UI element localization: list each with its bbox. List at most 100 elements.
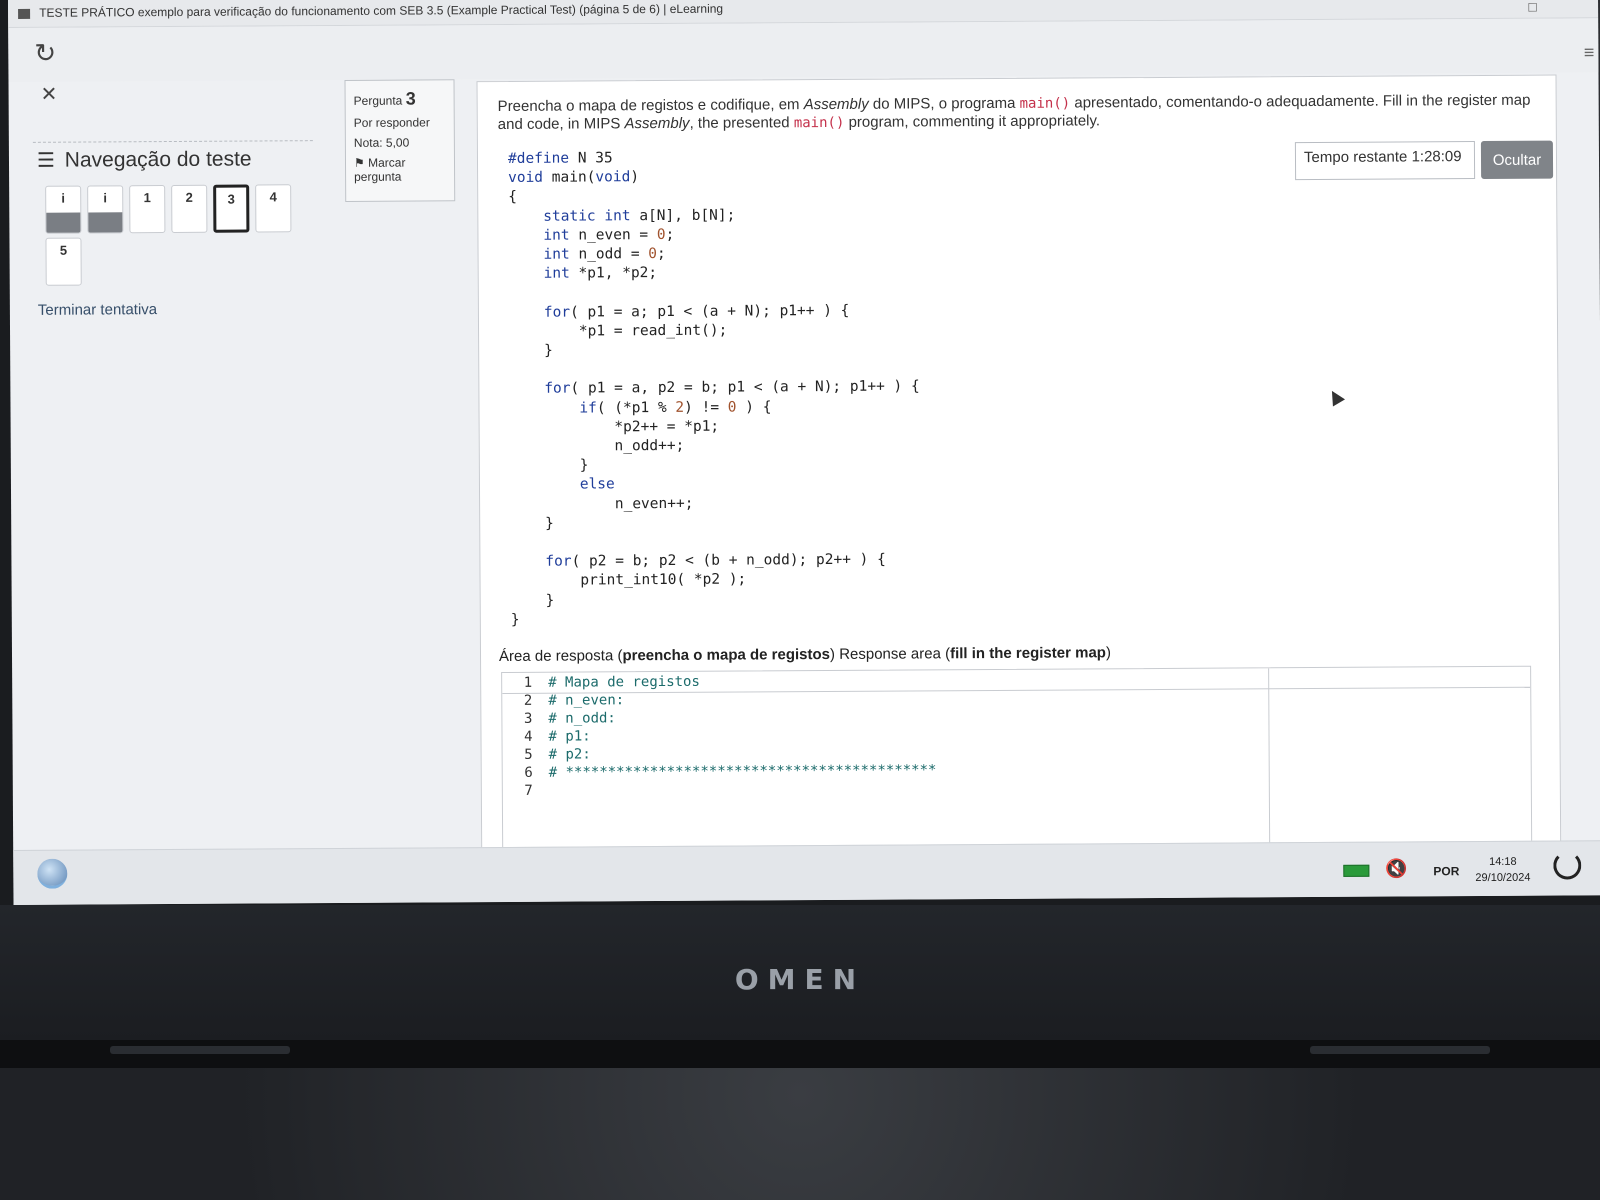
finish-attempt-link[interactable]: Terminar tentativa <box>38 301 157 319</box>
language-indicator[interactable]: POR <box>1433 864 1459 878</box>
laptop-bezel: OMEN <box>0 905 1600 1040</box>
quiz-nav-button-label: 4 <box>269 189 277 205</box>
editor-line[interactable]: 3 # n_odd: <box>502 710 616 729</box>
hinge-vent <box>110 1046 290 1054</box>
line-number: 5 <box>524 746 533 763</box>
code-line: int *p1, *p2; <box>543 265 658 282</box>
power-icon[interactable] <box>1553 851 1582 880</box>
line-text: # **************************************… <box>548 762 937 781</box>
hinge-vent <box>1310 1046 1490 1054</box>
line-number: 3 <box>523 710 533 727</box>
reload-icon[interactable]: ↻ <box>34 38 56 69</box>
question-label: Pergunta <box>353 93 403 108</box>
question-number: Pergunta 3 <box>354 88 446 110</box>
question-content: Preencha o mapa de registos e codifique,… <box>476 74 1562 882</box>
code-line: if( (*p1 % 2) != 0 ) { <box>579 398 772 417</box>
line-number: 7 <box>524 782 533 799</box>
code-line: int n_odd = 0; <box>543 246 666 263</box>
code-line: #define N 35 <box>507 150 613 167</box>
editor-line[interactable]: 2 # n_even: <box>502 692 624 711</box>
answer-label-part: ) <box>1105 644 1111 662</box>
quiz-nav-button-1[interactable]: 1 <box>129 185 166 234</box>
code-line: } <box>510 592 555 609</box>
line-text: # p2: <box>548 746 591 763</box>
taskbar: 🔇 POR 14:18 29/10/2024 <box>13 840 1600 905</box>
quiz-nav-button-label: i <box>61 190 66 206</box>
code-line: static int a[N], b[N]; <box>543 207 736 225</box>
line-number: 1 <box>523 674 533 691</box>
code-line: n_odd++; <box>509 437 685 455</box>
answer-label-bold: preencha o mapa de registos <box>622 645 831 665</box>
code-line: *p2++ = *p1; <box>509 418 720 436</box>
line-number: 6 <box>524 764 533 781</box>
code-line: } <box>510 611 520 628</box>
restore-window-icon[interactable]: ◻ <box>1527 0 1538 20</box>
question-text-part: , the presented <box>689 114 794 132</box>
drawer-toggle-icon[interactable]: ≡ <box>1584 42 1595 63</box>
line-number: 2 <box>523 692 533 709</box>
line-text: # n_even: <box>548 692 625 709</box>
quiz-nav-button-4[interactable]: 4 <box>255 184 292 233</box>
hide-timer-button[interactable]: Ocultar <box>1480 140 1554 180</box>
question-text-part: do MIPS, o programa <box>868 94 1020 113</box>
question-text-italic: Assembly <box>624 114 690 133</box>
editor-line[interactable]: 4 # p1: <box>502 728 591 747</box>
question-info-panel: Pergunta 3 Por responder Nota: 5,00 ⚑ Ma… <box>344 79 456 202</box>
line-number: 4 <box>524 728 533 745</box>
clock-date: 29/10/2024 <box>1475 871 1531 885</box>
answer-code-editor[interactable]: 1 # Mapa de registos 2 # n_even: 3 # n_odd:… <box>501 665 1533 862</box>
code-line: for( p2 = b; p2 < (b + n_odd); p2++ ) { <box>545 551 886 570</box>
line-text: # n_odd: <box>548 710 616 727</box>
editor-line[interactable]: 7 <box>503 783 549 801</box>
quiz-nav-button-info-1[interactable]: i <box>45 185 82 234</box>
answer-label-bold: fill in the register map <box>950 644 1106 663</box>
menu-icon: ☰ <box>36 149 55 172</box>
answer-label-part: Área de resposta ( <box>498 647 623 666</box>
code-line: for( p1 = a, p2 = b; p1 < (a + N); p1++ … <box>544 378 920 398</box>
editor-line[interactable]: 1 # Mapa de registos <box>502 674 700 693</box>
question-text: Preencha o mapa de registos e codifique,… <box>498 92 1538 134</box>
keyboard-deck <box>0 1068 1600 1200</box>
taskbar-clock[interactable]: 14:18 29/10/2024 <box>1475 854 1530 886</box>
code-line: n_even++; <box>510 495 694 513</box>
inline-code: main() <box>793 114 845 132</box>
question-number-value: 3 <box>405 88 416 109</box>
flag-question-button[interactable]: ⚑ Marcar pergunta <box>354 155 446 184</box>
quiz-nav-button-label: i <box>103 190 108 206</box>
flag-icon: ⚑ <box>353 155 365 170</box>
editor-line[interactable]: 6 # *************************************… <box>503 762 937 783</box>
volume-muted-icon[interactable]: 🔇 <box>1385 858 1408 879</box>
close-nav-icon[interactable]: ✕ <box>41 82 58 107</box>
question-text-italic: Assembly <box>803 95 869 114</box>
code-line: print_int10( *p2 ); <box>510 571 747 590</box>
code-line: *p1 = read_int(); <box>508 322 728 340</box>
code-line: { <box>508 189 517 206</box>
time-remaining-box: Tempo restante 1:28:09 <box>1294 141 1476 181</box>
code-line: void main(void) <box>508 169 640 187</box>
code-line: for( p1 = a; p1 < (a + N); p1++ ) { <box>543 302 850 321</box>
code-line: int n_even = 0; <box>543 226 675 244</box>
inline-code: main() <box>1019 95 1071 112</box>
c-code-listing: #define N 35 void main(void) { static int … <box>508 147 921 630</box>
quiz-nav-button-2[interactable]: 2 <box>171 184 208 234</box>
answered-indicator <box>46 212 81 233</box>
quiz-nav-button-info-2[interactable]: i <box>87 185 124 234</box>
question-text-part: program, commenting it appropriately. <box>844 112 1101 131</box>
quiz-nav-button-5[interactable]: 5 <box>45 237 82 286</box>
question-status: Por responder <box>353 115 430 130</box>
answered-indicator <box>88 212 123 233</box>
battery-icon[interactable] <box>1343 864 1370 877</box>
nav-divider <box>32 140 313 143</box>
start-button-icon[interactable] <box>37 858 68 889</box>
laptop-screen: TESTE PRÁTICO exemplo para verificação d… <box>8 0 1600 905</box>
answer-label-part: ) Response area ( <box>829 645 951 663</box>
quiz-nav-button-3-current[interactable]: 3 <box>213 184 250 233</box>
app-icon <box>18 8 31 19</box>
editor-column-divider <box>1268 668 1271 857</box>
answer-area-label: Área de resposta (preencha o mapa de reg… <box>499 644 1111 665</box>
code-line: } <box>509 342 553 359</box>
editor-line[interactable]: 5 # p2: <box>503 746 591 765</box>
clock-time: 14:18 <box>1489 855 1517 868</box>
quiz-nav-button-label: 1 <box>143 190 151 206</box>
